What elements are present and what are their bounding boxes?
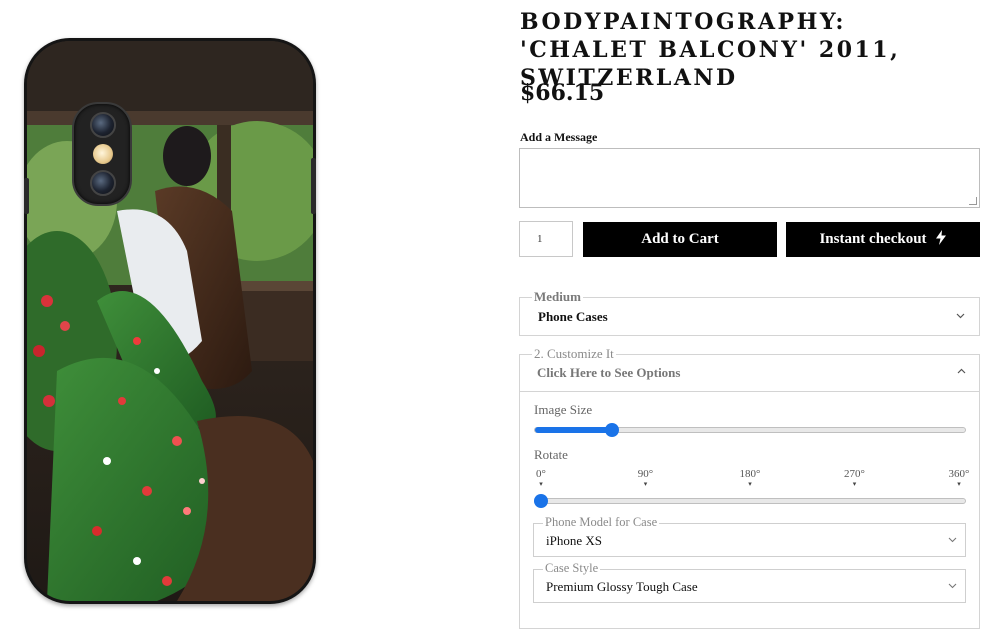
phone-model-select[interactable]: Phone Model for Case iPhone XS [533, 515, 966, 557]
tick-marker-icon: ▾ [957, 480, 961, 488]
case-artwork [27, 41, 313, 601]
phone-model-value: iPhone XS [546, 533, 602, 548]
customize-toggle[interactable]: Click Here to See Options [519, 354, 980, 392]
tick-marker-icon: ▾ [748, 480, 752, 488]
rotate-label: Rotate [534, 447, 568, 462]
rotate-tick-label: 270° ▾ [840, 468, 870, 488]
chevron-down-icon [948, 581, 957, 592]
instant-checkout-button[interactable]: Instant checkout [786, 222, 980, 257]
rotate-tick-label: 90° ▾ [631, 468, 661, 488]
image-size-fill [535, 427, 613, 433]
tick-marker-icon: ▾ [643, 480, 648, 488]
case-style-legend: Case Style [543, 561, 601, 576]
product-price: $66.15 [520, 80, 605, 106]
add-to-cart-label: Add to Cart [641, 231, 719, 247]
image-size-label: Image Size [534, 402, 593, 417]
rotate-tick-label: 360° ▾ [944, 468, 974, 488]
medium-select[interactable]: Medium Phone Cases [519, 289, 980, 336]
medium-value: Phone Cases [538, 309, 608, 324]
lightning-bolt-icon [935, 229, 947, 250]
image-size-slider[interactable] [534, 427, 966, 433]
tick-marker-icon: ▾ [852, 480, 857, 488]
tick-marker-icon: ▾ [539, 480, 543, 488]
case-style-select[interactable]: Case Style Premium Glossy Tough Case [533, 561, 966, 603]
rotate-slider[interactable] [534, 498, 966, 504]
camera-lens-icon [90, 170, 116, 196]
case-side-button [24, 178, 29, 214]
instant-checkout-label: Instant checkout [819, 231, 927, 247]
chevron-up-icon [957, 366, 966, 377]
rotate-slider-thumb[interactable] [534, 494, 548, 508]
camera-flash-icon [93, 144, 113, 164]
camera-module [72, 102, 132, 206]
camera-lens-icon [90, 112, 116, 138]
message-textarea[interactable] [519, 148, 980, 208]
chevron-down-icon [948, 535, 957, 546]
case-side-button [311, 158, 316, 214]
case-style-value: Premium Glossy Tough Case [546, 579, 698, 594]
message-label: Add a Message [520, 130, 598, 144]
medium-legend: Medium [532, 289, 583, 305]
phone-case-image [24, 38, 316, 604]
quantity-input[interactable]: 1 [519, 221, 573, 257]
customize-toggle-label: Click Here to See Options [537, 365, 681, 380]
image-size-slider-thumb[interactable] [605, 423, 619, 437]
rotate-tick-label: 0° ▾ [526, 468, 556, 488]
resize-handle-icon[interactable] [969, 197, 977, 205]
chevron-down-icon [956, 311, 965, 322]
rotate-tick-label: 180° ▾ [735, 468, 765, 488]
phone-model-legend: Phone Model for Case [543, 515, 660, 530]
add-to-cart-button[interactable]: Add to Cart [583, 222, 777, 257]
